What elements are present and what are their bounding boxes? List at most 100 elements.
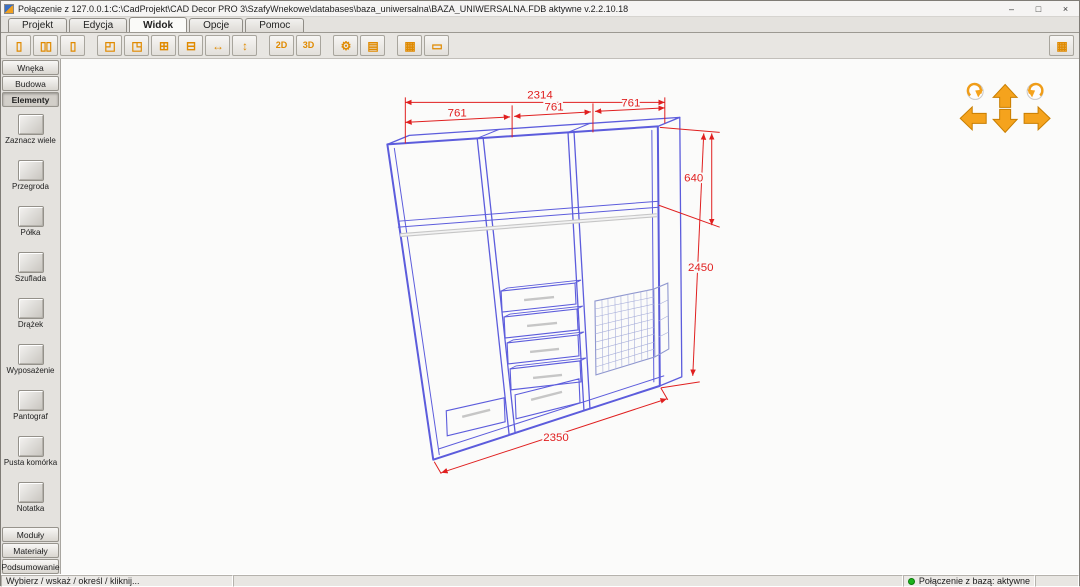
tab-pomoc[interactable]: Pomoc <box>245 18 305 32</box>
monitor-icon: ▭ <box>431 38 442 53</box>
dim-section-3: 761 <box>621 97 640 109</box>
connection-status-label: Połączenie z bazą: aktywne <box>918 576 1030 586</box>
pan-vertical-icon: ↕ <box>242 38 248 53</box>
pan-right-arrow[interactable] <box>1023 105 1051 132</box>
zaznacz-wiele-icon <box>17 114 44 136</box>
drawer-stack-shape <box>500 279 587 391</box>
calculator-icon: ▦ <box>1056 38 1067 53</box>
wyposazenie-icon <box>17 344 44 366</box>
sidebar-item-pusta-komorka[interactable]: Pusta komórka <box>1 429 60 475</box>
pan-horizontal-button[interactable]: ↔ <box>205 35 230 56</box>
sidebar-item-wyposazenie[interactable]: Wyposażenie <box>1 337 60 383</box>
zoom-window-icon: ◳ <box>131 38 142 53</box>
item-label: Drążek <box>17 320 44 330</box>
niche-icon: ▯ <box>15 38 23 53</box>
menu-tabstrip: Projekt Edycja Widok Opcje Pomoc <box>1 17 1079 33</box>
drawing-canvas[interactable]: 2314 761 761 761 640 2450 2350 <box>61 59 1079 574</box>
view-2d-icon: 2D <box>275 40 288 50</box>
view-niche-button[interactable]: ▯ <box>6 35 31 56</box>
maximize-button[interactable]: □ <box>1025 1 1052 17</box>
pan-horizontal-icon: ↔ <box>212 38 224 53</box>
pantograf-icon <box>17 390 44 412</box>
view-2d-button[interactable]: 2D <box>269 35 294 56</box>
toolbar-group-zoom: ◰ ◳ ⊞ ⊟ ↔ ↕ <box>97 35 257 56</box>
status-connection: Połączenie z bazą: aktywne <box>902 575 1035 587</box>
sidebar-item-pantograf[interactable]: Pantograf <box>1 383 60 429</box>
view-body-button[interactable]: ▯▯ <box>33 35 58 56</box>
pan-down-arrow[interactable] <box>992 108 1019 134</box>
window-title: Połączenie z 127.0.0.1:C:\CadProjekt\CAD… <box>18 3 629 14</box>
sidebar-section-wneka[interactable]: Wnęka <box>2 60 59 75</box>
item-label: Zaznacz wiele <box>5 136 56 146</box>
tab-widok[interactable]: Widok <box>129 17 188 32</box>
pusta-komorka-icon <box>17 436 44 458</box>
minimize-button[interactable]: – <box>998 1 1025 17</box>
close-button[interactable]: × <box>1052 1 1079 17</box>
pricing-button[interactable]: ▦ <box>1049 35 1074 56</box>
przegroda-icon <box>17 160 44 182</box>
pan-vertical-button[interactable]: ↕ <box>232 35 257 56</box>
sidebar-item-polka[interactable]: Półka <box>1 199 60 245</box>
modules-icon: ▦ <box>404 38 415 53</box>
status-filler <box>233 575 903 587</box>
drazek-icon <box>17 298 44 320</box>
sidebar-item-drazek[interactable]: Drążek <box>1 291 60 337</box>
item-label: Przegroda <box>12 182 49 192</box>
sidebar-item-zaznacz-wiele[interactable]: Zaznacz wiele <box>1 107 60 153</box>
polka-icon <box>17 206 44 228</box>
view-3d-button[interactable]: 3D <box>296 35 321 56</box>
rotate-left-button[interactable] <box>966 82 984 100</box>
tab-edycja[interactable]: Edycja <box>69 18 128 32</box>
settings-button[interactable]: ⚙ <box>333 35 358 56</box>
pan-left-arrow[interactable] <box>959 105 987 132</box>
item-label: Szuflada <box>14 274 47 284</box>
zoom-in-button[interactable]: ⊞ <box>151 35 176 56</box>
preview-button[interactable]: ▭ <box>424 35 449 56</box>
sidebar-section-moduly[interactable]: Moduły <box>2 527 59 542</box>
render-button[interactable]: ▤ <box>360 35 385 56</box>
sidebar-item-przegroda[interactable]: Przegroda <box>1 153 60 199</box>
zoom-fit-button[interactable]: ◰ <box>97 35 122 56</box>
dim-bottom-width: 2350 <box>543 432 569 444</box>
tab-projekt[interactable]: Projekt <box>8 18 68 32</box>
sidebar: Wnęka Budowa Elementy Zaznacz wiele Prze… <box>1 59 61 574</box>
toolbar-group-modules: ▦ ▭ <box>397 35 449 56</box>
body-icon: ▯▯ <box>39 38 52 53</box>
gear-icon: ⚙ <box>340 38 352 53</box>
wire-basket-shape <box>594 282 670 376</box>
toolbar-group-wardrobe: ▯ ▯▯ ▯ <box>6 35 85 56</box>
sidebar-section-budowa[interactable]: Budowa <box>2 76 59 91</box>
sidebar-section-podsumowanie[interactable]: Podsumowanie <box>1 559 60 574</box>
statusbar: Wybierz / wskaż / określ / kliknij... Po… <box>1 574 1079 587</box>
view-navigation <box>959 82 1051 134</box>
pan-up-arrow[interactable] <box>992 83 1019 108</box>
app-icon <box>4 3 14 14</box>
sidebar-section-materialy[interactable]: Materiały <box>2 543 59 558</box>
rotate-right-button[interactable] <box>1026 82 1044 100</box>
connection-status-icon <box>907 577 915 585</box>
bottom-drawers-shape <box>445 378 581 437</box>
item-label: Pantograf <box>13 412 48 422</box>
tab-opcje[interactable]: Opcje <box>189 18 244 32</box>
toolbar-group-settings: ⚙ ▤ <box>333 35 385 56</box>
render-icon: ▤ <box>367 38 378 53</box>
modules-button[interactable]: ▦ <box>397 35 422 56</box>
doors-icon: ▯ <box>69 38 77 53</box>
view-doors-button[interactable]: ▯ <box>60 35 85 56</box>
zoom-fit-icon: ◰ <box>104 38 115 53</box>
toolbar-group-view-mode: 2D 3D <box>269 35 321 56</box>
view-3d-icon: 3D <box>302 40 315 50</box>
sidebar-item-notatka[interactable]: Notatka <box>1 475 60 521</box>
dim-section-2: 761 <box>544 101 563 113</box>
status-hint: Wybierz / wskaż / określ / kliknij... <box>1 575 233 587</box>
zoom-window-button[interactable]: ◳ <box>124 35 149 56</box>
sidebar-item-szuflada[interactable]: Szuflada <box>1 245 60 291</box>
titlebar: Połączenie z 127.0.0.1:C:\CadProjekt\CAD… <box>1 1 1079 17</box>
dimension-labels: 2314 761 761 761 640 2450 2350 <box>446 88 715 446</box>
sidebar-section-elementy[interactable]: Elementy <box>2 92 59 107</box>
dim-total-height: 2450 <box>688 262 714 274</box>
zoom-out-button[interactable]: ⊟ <box>178 35 203 56</box>
item-label: Notatka <box>16 504 45 514</box>
dim-upper-height: 640 <box>684 172 703 184</box>
dim-total-width: 2314 <box>527 89 553 101</box>
